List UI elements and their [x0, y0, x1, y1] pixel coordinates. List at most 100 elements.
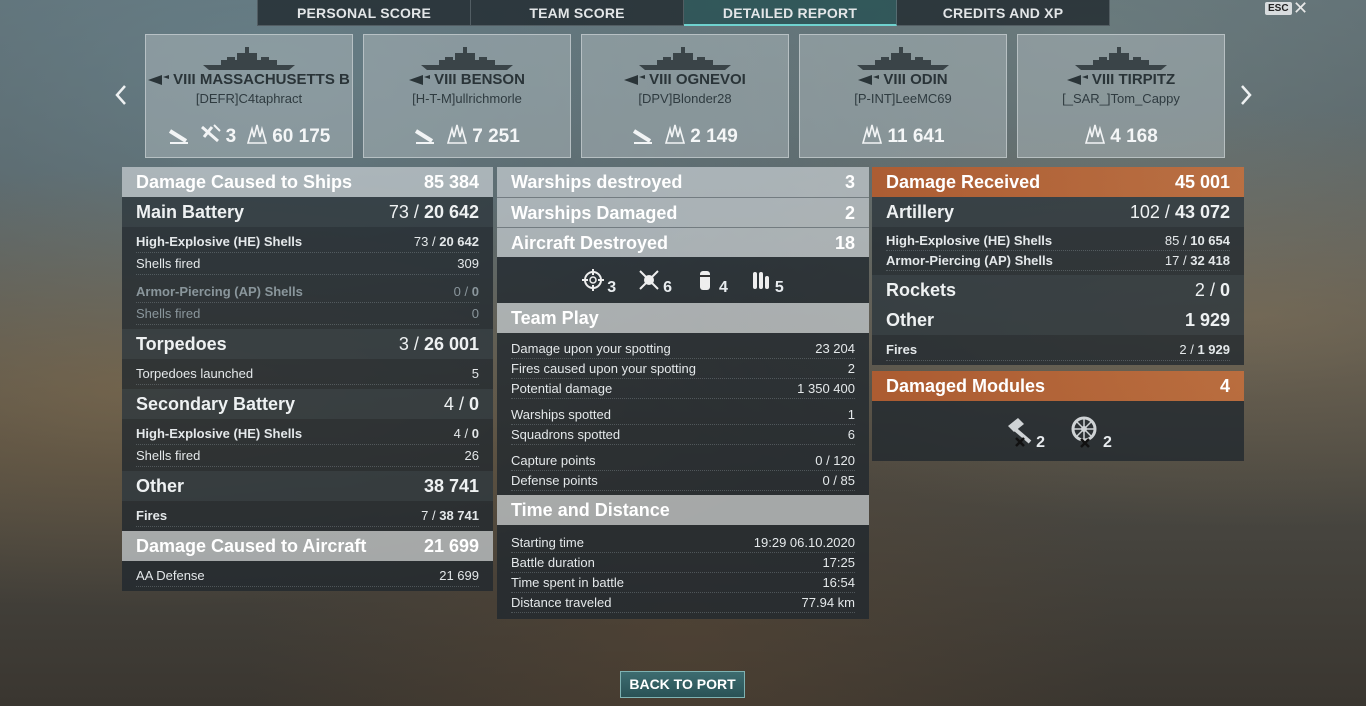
ship-silhouette-icon: [855, 45, 951, 71]
tab-team-score[interactable]: TEAM SCORE: [471, 0, 684, 26]
td-row: Starting time 19:29 06.10.2020: [511, 533, 855, 553]
damage-burst-icon: [1084, 123, 1106, 151]
ship-stats: 4 168: [1018, 123, 1224, 151]
warships-destroyed-row: Warships destroyed 3: [497, 167, 869, 197]
ship-stats: 7 251: [364, 123, 570, 151]
close-icon[interactable]: ✕: [1293, 0, 1308, 19]
main-battery-details: High-Explosive (HE) Shells 73 / 20 642 S…: [122, 227, 493, 329]
ribbons-row: 3 6 4 5: [497, 257, 869, 303]
damage-burst-icon: [664, 123, 686, 151]
player-name: [_SAR_]Tom_Cappy: [1062, 91, 1180, 106]
ship-damage: 60 175: [272, 126, 331, 147]
gun-module-icon: [1008, 418, 1032, 447]
torpedo-hit-icon: [632, 123, 654, 151]
mb-he-fired-row: Shells fired 309: [136, 253, 479, 275]
damaged-modules-row: 2 2: [872, 401, 1244, 461]
chevron-left-icon[interactable]: [111, 84, 131, 112]
time-distance-header: Time and Distance: [497, 495, 869, 525]
damage-burst-icon: [446, 123, 468, 151]
ship-name: VIII BENSON: [364, 71, 570, 88]
ship-name: VIII TIRPITZ: [1018, 71, 1224, 88]
ship-damage: 4 168: [1110, 126, 1158, 147]
team-play-details: Damage upon your spotting 23 204 Fires ca…: [497, 333, 869, 495]
tab-detailed-report[interactable]: DETAILED REPORT: [684, 0, 897, 26]
ship-stat: [414, 123, 436, 151]
td-row: Distance traveled 77.94 km: [511, 593, 855, 613]
damage-aircraft-header: Damage Caused to Aircraft 21 699: [122, 531, 493, 561]
flooding-icon: [700, 271, 710, 290]
sec-he-row: High-Explosive (HE) Shells 4 / 0: [136, 423, 479, 445]
ribbon-shells: 5: [750, 269, 784, 296]
aircraft-details: AA Defense 21 699: [122, 561, 493, 591]
sec-fired-row: Shells fired 26: [136, 445, 479, 467]
ship-damage: 7 251: [472, 126, 520, 147]
ship-stat: 2 149: [664, 123, 738, 151]
ship-name: VIII OGNEVOI: [582, 71, 788, 88]
torpedoes-header: Torpedoes 3 / 26 001: [122, 329, 493, 359]
tp-row: Potential damage 1 350 400: [511, 379, 855, 399]
received-other-header: Other 1 929: [872, 305, 1244, 335]
tab-personal-score[interactable]: PERSONAL SCORE: [257, 0, 471, 26]
tp-row: Squadrons spotted 6: [511, 425, 855, 445]
other-damage-header: Other 38 741: [122, 471, 493, 501]
time-distance-details: Starting time 19:29 06.10.2020 Battle dur…: [497, 525, 869, 619]
ship-silhouette-icon: [637, 45, 733, 71]
damage-caused-panel: Damage Caused to Ships 85 384 Main Batte…: [122, 167, 493, 591]
ship-class-icon: [624, 71, 649, 88]
main-battery-header: Main Battery 73 / 20 642: [122, 197, 493, 227]
chevron-right-icon[interactable]: [1236, 84, 1256, 112]
ship-stats: 3 60 175: [146, 123, 352, 151]
ship-stat: [168, 123, 190, 151]
rockets-header: Rockets 2 / 0: [872, 275, 1244, 305]
report-tabs: PERSONAL SCORE TEAM SCORE DETAILED REPOR…: [257, 0, 1110, 26]
fires-row: Fires 7 / 38 741: [136, 505, 479, 527]
shells-icon: [752, 272, 769, 289]
damage-received-header: Damage Received 45 001: [872, 167, 1244, 197]
module-steering: 2: [1067, 414, 1112, 451]
received-other-details: Fires 2 / 1 929: [872, 335, 1244, 365]
torpedo-hit-icon: [414, 123, 436, 151]
ship-stats: 11 641: [800, 123, 1006, 151]
incapacitation-icon: [639, 270, 659, 290]
back-to-port-button[interactable]: BACK TO PORT: [620, 671, 745, 698]
ship-stat: 4 168: [1084, 123, 1158, 151]
ship-card[interactable]: VIII TIRPITZ [_SAR_]Tom_Cappy 4 168: [1017, 34, 1225, 158]
secondary-details: High-Explosive (HE) Shells 4 / 0 Shells …: [122, 419, 493, 471]
ship-name: VIII ODIN: [800, 71, 1006, 88]
player-name: [P-INT]LeeMC69: [854, 91, 952, 106]
damaged-modules-header: Damaged Modules 4: [872, 371, 1244, 401]
ribbon-flooding: 4: [694, 269, 728, 296]
mb-ap-row: Armor-Piercing (AP) Shells 0 / 0: [136, 281, 479, 303]
ship-card[interactable]: VIII OGNEVOI [DPV]Blonder28 2 149: [581, 34, 789, 158]
ship-card[interactable]: VIII BENSON [H-T-M]ullrichmorle 7 251: [363, 34, 571, 158]
ribbon-incapacitation: 6: [638, 269, 672, 296]
ship-stat: 7 251: [446, 123, 520, 151]
damage-received-panel: Damage Received 45 001 Artillery 102 / 4…: [872, 167, 1244, 461]
player-name: [H-T-M]ullrichmorle: [412, 91, 522, 106]
ship-silhouette-icon: [1073, 45, 1169, 71]
ship-card[interactable]: VIII ODIN [P-INT]LeeMC69 11 641: [799, 34, 1007, 158]
aircraft-destroyed-row: Aircraft Destroyed 18: [497, 227, 869, 257]
team-play-header: Team Play: [497, 303, 869, 333]
secondary-battery-header: Secondary Battery 4 / 0: [122, 389, 493, 419]
artillery-details: High-Explosive (HE) Shells 85 / 10 654 A…: [872, 227, 1244, 275]
received-fires-row: Fires 2 / 1 929: [886, 339, 1230, 361]
ship-class-icon: [148, 71, 173, 88]
tp-row: Fires caused upon your spotting 2: [511, 359, 855, 379]
damage-burst-icon: [246, 123, 268, 151]
player-name: [DPV]Blonder28: [638, 91, 732, 106]
plane-kill-icon: [200, 123, 222, 151]
artillery-header: Artillery 102 / 43 072: [872, 197, 1244, 227]
warships-damaged-row: Warships Damaged 2: [497, 197, 869, 227]
ship-class-icon: [1066, 71, 1092, 88]
ship-damage: 11 641: [887, 126, 945, 147]
torpedo-hit-icon: [168, 123, 190, 151]
player-name: [DEFR]C4taphract: [195, 91, 303, 106]
ship-card[interactable]: VIII MASSACHUSETTS B [DEFR]C4taphract 3 60 …: [145, 34, 353, 158]
steering-module-icon: [1071, 416, 1097, 448]
tp-row: Damage upon your spotting 23 204: [511, 339, 855, 359]
damage-burst-icon: [861, 123, 883, 151]
ship-stat: 60 175: [246, 123, 330, 151]
torpedoes-details: Torpedoes launched 5: [122, 359, 493, 389]
tab-credits-xp[interactable]: CREDITS AND XP: [897, 0, 1110, 26]
